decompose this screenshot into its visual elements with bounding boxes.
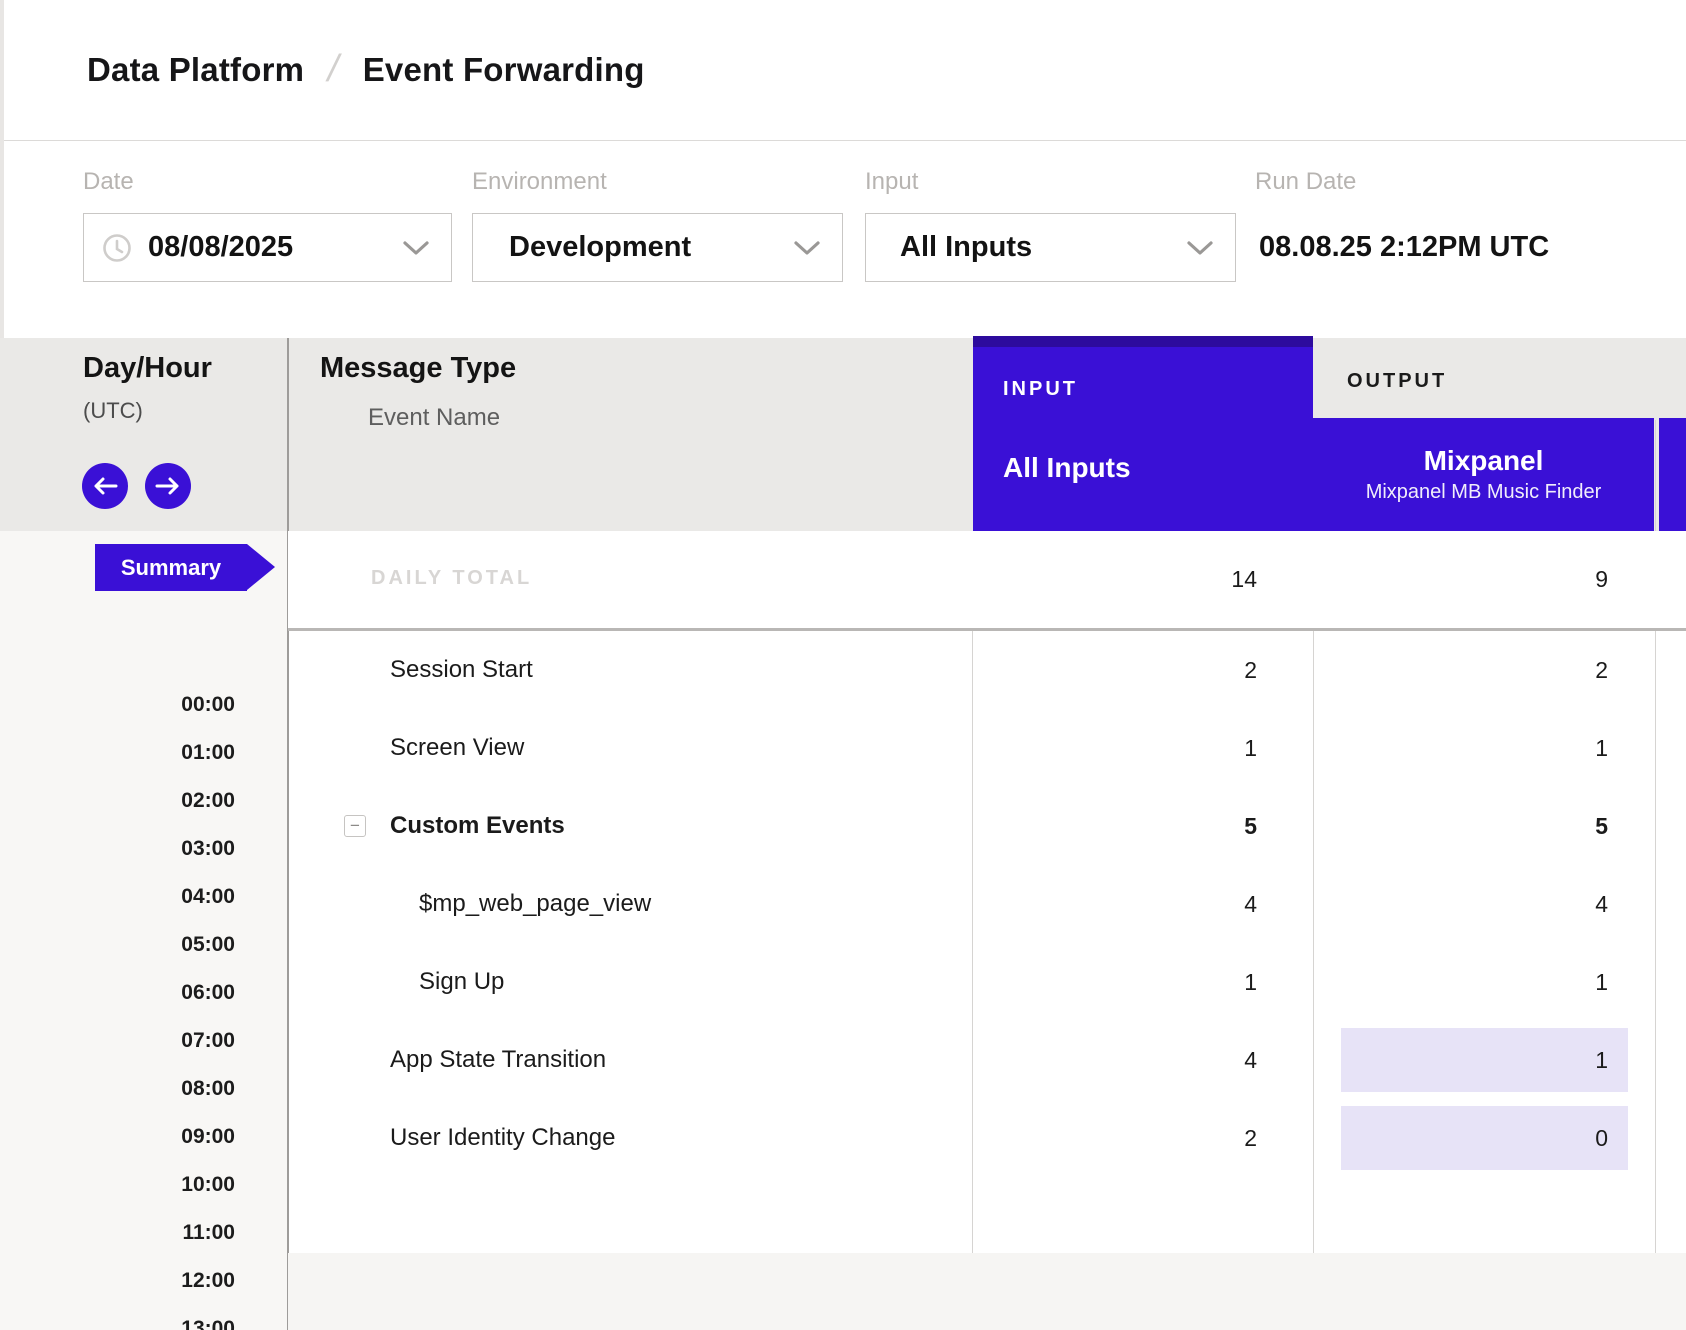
table-row: − Screen View 1 1 bbox=[288, 709, 1686, 787]
event-name-label: $mp_web_page_view bbox=[419, 865, 651, 943]
hour-item[interactable]: 13:00 bbox=[0, 1315, 235, 1330]
day-hour-subtitle: (UTC) bbox=[83, 398, 143, 424]
output-count-cell: 4 bbox=[1313, 865, 1656, 943]
table-row: − App State Transition 4 1 bbox=[288, 1021, 1686, 1099]
table-row: − $mp_web_page_view 4 4 bbox=[288, 865, 1686, 943]
output-column-name: Mixpanel bbox=[1424, 445, 1544, 477]
chevron-down-icon bbox=[1187, 240, 1213, 256]
hour-item[interactable]: 10:00 bbox=[0, 1171, 235, 1199]
input-count-cell: 4 bbox=[973, 1021, 1257, 1099]
hour-item[interactable]: 11:00 bbox=[0, 1219, 235, 1247]
hour-item[interactable]: 12:00 bbox=[0, 1267, 235, 1295]
run-date-value: 08.08.25 2:12PM UTC bbox=[1259, 213, 1549, 282]
hour-column: Summary 00:00 01:00 02:00 03:00 04:00 05:00 06… bbox=[0, 531, 287, 1330]
event-rows: − Session Start 2 2 − Screen View 1 1 − … bbox=[288, 631, 1686, 1177]
output-column-subtitle: Mixpanel MB Music Finder bbox=[1366, 481, 1602, 504]
input-value: All Inputs bbox=[900, 231, 1032, 264]
date-value: 08/08/2025 bbox=[148, 231, 293, 264]
breadcrumb: Data Platform / Event Forwarding bbox=[87, 48, 645, 91]
arrow-right-icon bbox=[155, 476, 181, 496]
hour-item[interactable]: 03:00 bbox=[0, 835, 235, 863]
input-count-cell: 1 bbox=[973, 709, 1257, 787]
daily-total-row: DAILY TOTAL 14 9 bbox=[288, 531, 1686, 628]
hour-item[interactable]: 00:00 bbox=[0, 691, 235, 719]
environment-value: Development bbox=[509, 231, 691, 264]
table-row: − Session Start 2 2 bbox=[288, 631, 1686, 709]
date-label: Date bbox=[83, 168, 134, 196]
hour-item[interactable]: 08:00 bbox=[0, 1075, 235, 1103]
next-day-button[interactable] bbox=[145, 463, 191, 509]
output-count-cell: 1 bbox=[1313, 943, 1656, 1021]
input-count-cell: 5 bbox=[973, 787, 1257, 865]
daily-total-input-value: 14 bbox=[973, 531, 1257, 628]
date-select[interactable]: 08/08/2025 bbox=[83, 213, 452, 282]
output-count-cell: 1 bbox=[1313, 709, 1656, 787]
event-name-label: User Identity Change bbox=[390, 1099, 615, 1177]
arrow-left-icon bbox=[92, 476, 118, 496]
event-name-label: Screen View bbox=[390, 709, 524, 787]
table-row: − Sign Up 1 1 bbox=[288, 943, 1686, 1021]
output-count-cell: 0 bbox=[1313, 1099, 1656, 1177]
input-select[interactable]: All Inputs bbox=[865, 213, 1236, 282]
day-hour-header: Day/Hour bbox=[83, 352, 212, 385]
highlighted-cell[interactable] bbox=[1341, 1028, 1628, 1092]
prev-day-button[interactable] bbox=[82, 463, 128, 509]
output-count-cell: 2 bbox=[1313, 631, 1656, 709]
summary-tab[interactable]: Summary bbox=[95, 544, 247, 591]
table-row: − Custom Events 5 5 bbox=[288, 787, 1686, 865]
environment-label: Environment bbox=[472, 168, 607, 196]
output-group-label: OUTPUT bbox=[1347, 370, 1447, 393]
clock-icon bbox=[102, 233, 132, 263]
table-row: − User Identity Change 2 0 bbox=[288, 1099, 1686, 1177]
environment-select[interactable]: Development bbox=[472, 213, 843, 282]
breadcrumb-separator: / bbox=[324, 48, 344, 91]
output-count-cell: 1 bbox=[1313, 1021, 1656, 1099]
hour-item[interactable]: 04:00 bbox=[0, 883, 235, 911]
message-type-subtitle: Event Name bbox=[368, 404, 500, 432]
next-output-column-partial bbox=[1659, 418, 1686, 531]
event-name-label: Custom Events bbox=[390, 787, 565, 865]
event-name-label: App State Transition bbox=[390, 1021, 606, 1099]
input-group-label: INPUT bbox=[1003, 378, 1078, 401]
hour-item[interactable]: 05:00 bbox=[0, 931, 235, 959]
event-forwarding-page: Data Platform / Event Forwarding Date En… bbox=[0, 0, 1686, 1330]
input-count-cell: 4 bbox=[973, 865, 1257, 943]
hour-item[interactable]: 01:00 bbox=[0, 739, 235, 767]
input-column-accent-strip bbox=[973, 336, 1313, 347]
daily-total-output-value: 9 bbox=[1313, 531, 1608, 628]
page-title: Event Forwarding bbox=[363, 51, 645, 89]
hour-item[interactable]: 07:00 bbox=[0, 1027, 235, 1055]
minus-icon: − bbox=[350, 817, 360, 834]
event-name-label: Sign Up bbox=[419, 943, 504, 1021]
output-column-header[interactable]: Mixpanel Mixpanel MB Music Finder bbox=[1313, 418, 1654, 531]
filter-bar: Date Environment Input Run Date 08/08/20… bbox=[4, 141, 1686, 338]
hour-item[interactable]: 02:00 bbox=[0, 787, 235, 815]
breadcrumb-section[interactable]: Data Platform bbox=[87, 51, 304, 89]
collapse-toggle[interactable]: − bbox=[344, 815, 366, 837]
input-count-cell: 2 bbox=[973, 631, 1257, 709]
breadcrumb-bar: Data Platform / Event Forwarding bbox=[4, 0, 1686, 141]
table-footer-band bbox=[288, 1253, 1686, 1330]
hour-item[interactable]: 06:00 bbox=[0, 979, 235, 1007]
input-column-header[interactable]: INPUT All Inputs bbox=[973, 336, 1313, 531]
input-count-cell: 1 bbox=[973, 943, 1257, 1021]
message-type-header: Message Type bbox=[320, 352, 516, 385]
highlighted-cell[interactable] bbox=[1341, 1106, 1628, 1170]
event-name-label: Session Start bbox=[390, 631, 533, 709]
hour-item[interactable]: 09:00 bbox=[0, 1123, 235, 1151]
input-label: Input bbox=[865, 168, 918, 196]
input-count-cell: 2 bbox=[973, 1099, 1257, 1177]
chevron-down-icon bbox=[403, 240, 429, 256]
summary-tab-label: Summary bbox=[121, 555, 221, 581]
input-column-name: All Inputs bbox=[1003, 452, 1131, 484]
daily-total-label: DAILY TOTAL bbox=[371, 567, 532, 590]
run-date-label: Run Date bbox=[1255, 168, 1356, 196]
output-count-cell: 5 bbox=[1313, 787, 1656, 865]
chevron-down-icon bbox=[794, 240, 820, 256]
